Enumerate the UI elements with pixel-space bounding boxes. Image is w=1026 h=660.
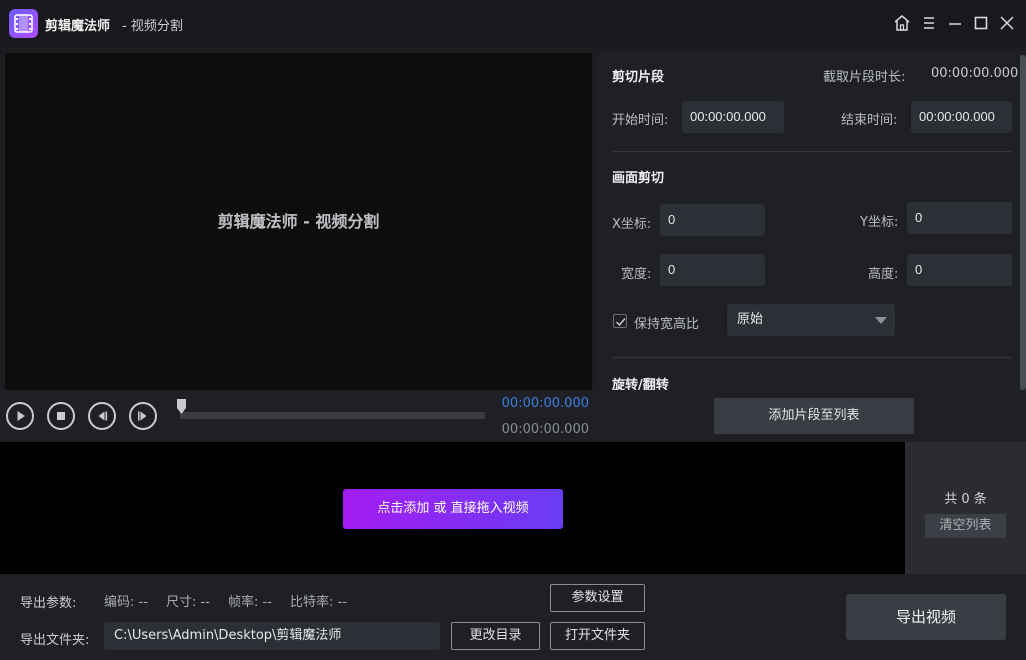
aspect-ratio-selected: 原始 — [737, 312, 764, 327]
settings-panel: 剪切片段 截取片段时长: 00:00:00.000 开始时间: 00:00:00… — [598, 53, 1026, 390]
rotate-flip-title: 旋转/翻转 — [612, 378, 669, 390]
play-icon[interactable] — [6, 402, 34, 430]
x-coordinate-label: X坐标: — [612, 217, 652, 232]
end-time-label: 结束时间: — [841, 113, 898, 128]
export-params-label: 导出参数: — [20, 596, 77, 611]
title-bar: 剪辑魔法师 - 视频分割 — [0, 0, 1026, 48]
add-video-button[interactable]: 点击添加 或 直接拖入视频 — [343, 489, 563, 529]
close-icon[interactable] — [996, 12, 1018, 34]
width-label: 宽度: — [621, 267, 652, 282]
playback-controls: 00:00:00.000 00:00:00.000 — [0, 390, 598, 442]
list-count: 共 0 条 — [944, 492, 987, 507]
menu-icon[interactable] — [918, 12, 940, 34]
segment-duration-value: 00:00:00.000 — [931, 66, 1019, 81]
width-input[interactable]: 0 — [660, 254, 765, 286]
crop-title: 画面剪切 — [612, 171, 665, 186]
clear-list-button[interactable]: 清空列表 — [925, 514, 1006, 538]
export-folder-label: 导出文件夹: — [20, 633, 90, 648]
change-directory-button[interactable]: 更改目录 — [451, 622, 540, 650]
cut-segment-title: 剪切片段 — [612, 70, 665, 85]
video-preview[interactable]: 剪辑魔法师 - 视频分割 — [5, 53, 592, 390]
codec-value: 编码: -- — [104, 595, 148, 610]
film-icon — [9, 9, 38, 38]
size-value: 尺寸: -- — [166, 595, 210, 610]
stop-icon[interactable] — [47, 402, 75, 430]
list-sidebar: 共 0 条 清空列表 — [905, 442, 1026, 574]
x-coordinate-input[interactable]: 0 — [660, 204, 765, 236]
app-name: 剪辑魔法师 — [45, 19, 111, 34]
fps-value: 帧率: -- — [228, 595, 272, 610]
y-coordinate-input[interactable]: 0 — [907, 202, 1012, 234]
height-input[interactable]: 0 — [907, 254, 1012, 286]
keep-ratio-label: 保持宽高比 — [634, 317, 700, 332]
keep-ratio-checkbox[interactable] — [613, 314, 627, 328]
maximize-icon[interactable] — [970, 12, 992, 34]
total-time: 00:00:00.000 — [501, 422, 589, 437]
y-coordinate-label: Y坐标: — [860, 215, 899, 230]
param-settings-button[interactable]: 参数设置 — [550, 584, 645, 612]
panel-scrollbar[interactable] — [1020, 55, 1026, 390]
timeline-track[interactable] — [180, 412, 485, 419]
add-segment-area: 添加片段至列表 — [598, 390, 1026, 442]
add-segment-button[interactable]: 添加片段至列表 — [714, 398, 914, 434]
start-time-label: 开始时间: — [612, 113, 669, 128]
segment-duration-label: 截取片段时长: — [823, 70, 906, 85]
start-time-input[interactable]: 00:00:00.000 — [682, 101, 784, 133]
video-list-area[interactable]: 点击添加 或 直接拖入视频 — [0, 442, 905, 574]
chevron-down-icon — [875, 317, 887, 324]
aspect-ratio-select[interactable]: 原始 — [727, 304, 895, 336]
current-time: 00:00:00.000 — [501, 396, 589, 411]
scrollbar-thumb[interactable] — [1020, 55, 1026, 390]
preview-placeholder-title: 剪辑魔法师 - 视频分割 — [217, 212, 380, 231]
home-icon[interactable] — [891, 12, 913, 34]
divider — [612, 357, 1012, 358]
divider — [612, 151, 1012, 152]
bitrate-value: 比特率: -- — [290, 595, 347, 610]
previous-frame-icon[interactable] — [88, 402, 116, 430]
export-bar: 导出参数: 编码: -- 尺寸: -- 帧率: -- 比特率: -- 参数设置 … — [0, 574, 1026, 660]
height-label: 高度: — [868, 267, 899, 282]
window-subtitle: - 视频分割 — [122, 19, 183, 34]
next-frame-icon[interactable] — [129, 402, 157, 430]
open-folder-button[interactable]: 打开文件夹 — [550, 622, 645, 650]
end-time-input[interactable]: 00:00:00.000 — [911, 101, 1012, 133]
minimize-icon[interactable] — [944, 12, 966, 34]
export-folder-path[interactable]: C:\Users\Admin\Desktop\剪辑魔法师 — [104, 622, 440, 650]
export-video-button[interactable]: 导出视频 — [846, 594, 1006, 640]
